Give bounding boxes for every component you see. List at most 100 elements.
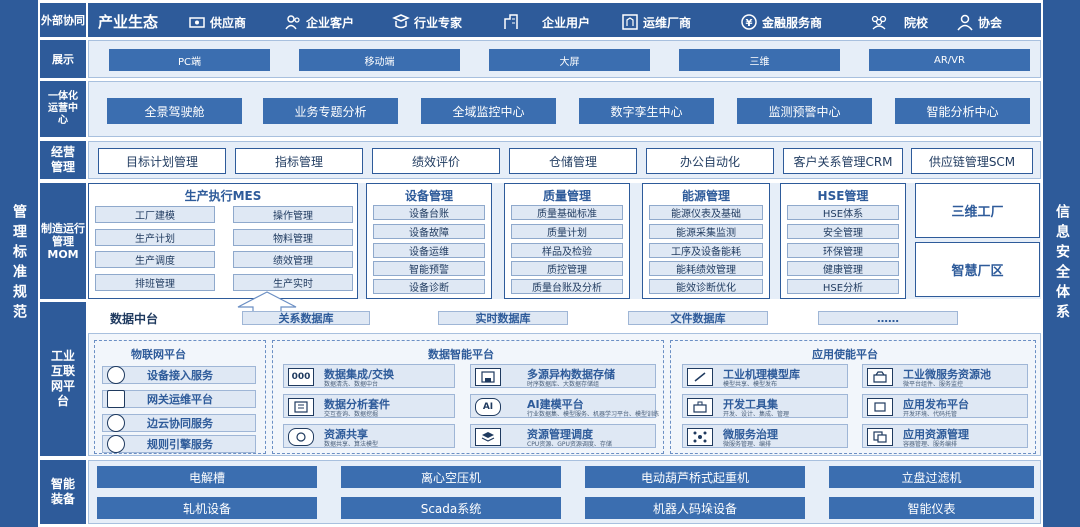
ap-card: 工业微服务资源池 微平台组件、服务监控 bbox=[862, 364, 1028, 388]
mom-smart-park: 智慧厂区 bbox=[915, 242, 1040, 297]
ap-card: 应用资源管理 容器管理、服务编排 bbox=[862, 424, 1028, 448]
hse-item: 环保管理 bbox=[787, 243, 899, 258]
display-mobile: 移动端 bbox=[299, 49, 460, 71]
eco-customer: 企业客户 bbox=[284, 9, 354, 35]
hse-item: 安全管理 bbox=[787, 224, 899, 239]
hse-block: HSE管理 HSE体系 安全管理 环保管理 健康管理 HSE分析 bbox=[780, 183, 906, 299]
display-arvr: AR/VR bbox=[869, 49, 1030, 71]
quality-title: 质量管理 bbox=[542, 189, 591, 203]
row-label-external: 外部协同 bbox=[40, 3, 86, 37]
di-card: 多源异构数据存储 时序数据库、大数据存储组 bbox=[470, 364, 656, 388]
quality-item: 质量基础标准 bbox=[511, 205, 623, 220]
eco-finance: ¥ 金融服务商 bbox=[740, 9, 822, 35]
energy-item: 能耗绩效管理 bbox=[649, 261, 763, 276]
standards-label: 管理标准规范 bbox=[11, 203, 27, 324]
hse-item: 健康管理 bbox=[787, 261, 899, 276]
mgmt-scm: 供应链管理SCM bbox=[911, 148, 1033, 174]
app-platform-title: 应用使能平台 bbox=[812, 348, 878, 361]
quality-item: 质量计划 bbox=[511, 224, 623, 239]
release-icon bbox=[867, 398, 893, 416]
mgmt-performance: 绩效评价 bbox=[372, 148, 500, 174]
row-label-iip: 工业互联网平台 bbox=[40, 302, 86, 456]
mgmt-crm: 客户关系管理CRM bbox=[783, 148, 903, 174]
energy-item: 能效诊断优化 bbox=[649, 279, 763, 294]
mes-item: 生产计划 bbox=[95, 229, 215, 246]
iot-item: 边云协同服务 bbox=[102, 414, 256, 432]
di-card: 资源共享 数据共享、算法模型 bbox=[283, 424, 455, 448]
device-item: 设备运维 bbox=[373, 243, 485, 258]
quality-item: 样品及检验 bbox=[511, 243, 623, 258]
ops-warning-center: 监测预警中心 bbox=[737, 98, 872, 124]
quality-item: 质量台账及分析 bbox=[511, 279, 623, 294]
energy-item: 能源采集监测 bbox=[649, 224, 763, 239]
equipment-item: 智能仪表 bbox=[829, 497, 1034, 519]
ops-center-panel: 全景驾驶舱 业务专题分析 全域监控中心 数字孪生中心 监测预警中心 智能分析中心 bbox=[88, 81, 1041, 137]
eco-expert: 行业专家 bbox=[392, 9, 462, 35]
row-label-management: 经营管理 bbox=[40, 141, 86, 179]
ap-card: 应用发布平台 开发环境、代码托管 bbox=[862, 394, 1028, 418]
device-item: 设备故障 bbox=[373, 224, 485, 239]
ecosystem-bar: 产业生态 供应商 企业客户 行业专家 企业用户 运维厂商 ¥ 金融服务商 院校 … bbox=[88, 3, 1041, 37]
layers-icon bbox=[475, 428, 501, 446]
di-card: AI AI建模平台 行业数据集、模型服务、机器学习平台、模型训练 bbox=[470, 394, 659, 418]
ops-analysis-center: 智能分析中心 bbox=[895, 98, 1030, 124]
display-3d: 三维 bbox=[679, 49, 840, 71]
mes-item: 生产实时 bbox=[233, 274, 353, 291]
device-block: 设备管理 设备台账 设备故障 设备运维 智能预警 设备诊断 bbox=[366, 183, 492, 299]
dp-more: …… bbox=[818, 311, 958, 325]
mes-item: 生产调度 bbox=[95, 251, 215, 268]
energy-item: 能源仪表及基础 bbox=[649, 205, 763, 220]
di-card: 资源管理调度 CPU资源、GPU资源调度、存储 bbox=[470, 424, 656, 448]
management-panel: 目标计划管理 指标管理 绩效评价 仓储管理 办公自动化 客户关系管理CRM 供应… bbox=[88, 141, 1041, 179]
row-label-display: 展示 bbox=[40, 40, 86, 78]
energy-title: 能源管理 bbox=[681, 189, 730, 203]
ops-topic-analysis: 业务专题分析 bbox=[263, 98, 398, 124]
hse-item: HSE分析 bbox=[787, 279, 899, 294]
mes-item: 工厂建模 bbox=[95, 206, 215, 223]
hse-item: HSE体系 bbox=[787, 205, 899, 220]
eco-school: 院校 bbox=[870, 9, 928, 35]
hse-title: HSE管理 bbox=[817, 189, 869, 203]
enterprise-user-icon bbox=[504, 14, 518, 29]
mes-item: 绩效管理 bbox=[233, 251, 353, 268]
dp-realtime-db: 实时数据库 bbox=[438, 311, 568, 325]
iot-item: 网关运维平台 bbox=[102, 390, 256, 408]
row-label-ops-center: 一体化运营中心 bbox=[40, 81, 86, 137]
device-title: 设备管理 bbox=[404, 189, 453, 203]
microservice-pool-icon bbox=[867, 368, 893, 386]
access-icon bbox=[107, 366, 125, 384]
device-item: 设备台账 bbox=[373, 205, 485, 220]
mgmt-office-automation: 办公自动化 bbox=[646, 148, 774, 174]
iot-item: 设备接入服务 bbox=[102, 366, 256, 384]
equipment-item: 机器人码垛设备 bbox=[585, 497, 805, 519]
integration-icon: 000 bbox=[288, 368, 314, 386]
rule-engine-icon bbox=[107, 435, 125, 453]
security-sidebar: 信息安全体系 bbox=[1043, 0, 1080, 527]
equipment-item: 离心空压机 bbox=[341, 466, 561, 488]
toolbox-icon bbox=[687, 398, 713, 416]
data-intel-title: 数据智能平台 bbox=[428, 348, 494, 361]
mgmt-indicator: 指标管理 bbox=[235, 148, 363, 174]
customer-icon bbox=[285, 15, 300, 30]
ops-vendor-icon bbox=[622, 14, 638, 30]
service-governance-icon bbox=[687, 428, 713, 446]
ap-card: 微服务治理 微服务管理、编排 bbox=[682, 424, 848, 448]
ops-monitoring-center: 全域监控中心 bbox=[421, 98, 556, 124]
mom-3d-factory: 三维工厂 bbox=[915, 183, 1040, 238]
mgmt-warehouse: 仓储管理 bbox=[509, 148, 637, 174]
data-platform-title: 数据中台 bbox=[110, 312, 159, 326]
ecosystem-title: 产业生态 bbox=[98, 12, 159, 31]
ai-icon: AI bbox=[475, 398, 501, 416]
ap-card: 工业机理模型库 模型共享、模型发布 bbox=[682, 364, 848, 388]
equipment-panel: 电解槽 离心空压机 电动葫芦桥式起重机 立盘过滤机 轧机设备 Scada系统 机… bbox=[88, 460, 1041, 524]
equipment-item: 电解槽 bbox=[97, 466, 317, 488]
eco-enterprise-user: 企业用户 bbox=[502, 9, 590, 35]
energy-block: 能源管理 能源仪表及基础 能源采集监测 工序及设备能耗 能耗绩效管理 能效诊断优… bbox=[642, 183, 770, 299]
standards-sidebar: 管理标准规范 bbox=[0, 0, 38, 527]
eco-association: 协会 bbox=[956, 9, 1002, 35]
equipment-item: 立盘过滤机 bbox=[829, 466, 1034, 488]
storage-icon bbox=[475, 368, 501, 386]
row-label-mom: 制造运行管理MOM bbox=[40, 183, 86, 299]
school-icon bbox=[871, 15, 887, 30]
eco-supplier: 供应商 bbox=[188, 9, 246, 35]
